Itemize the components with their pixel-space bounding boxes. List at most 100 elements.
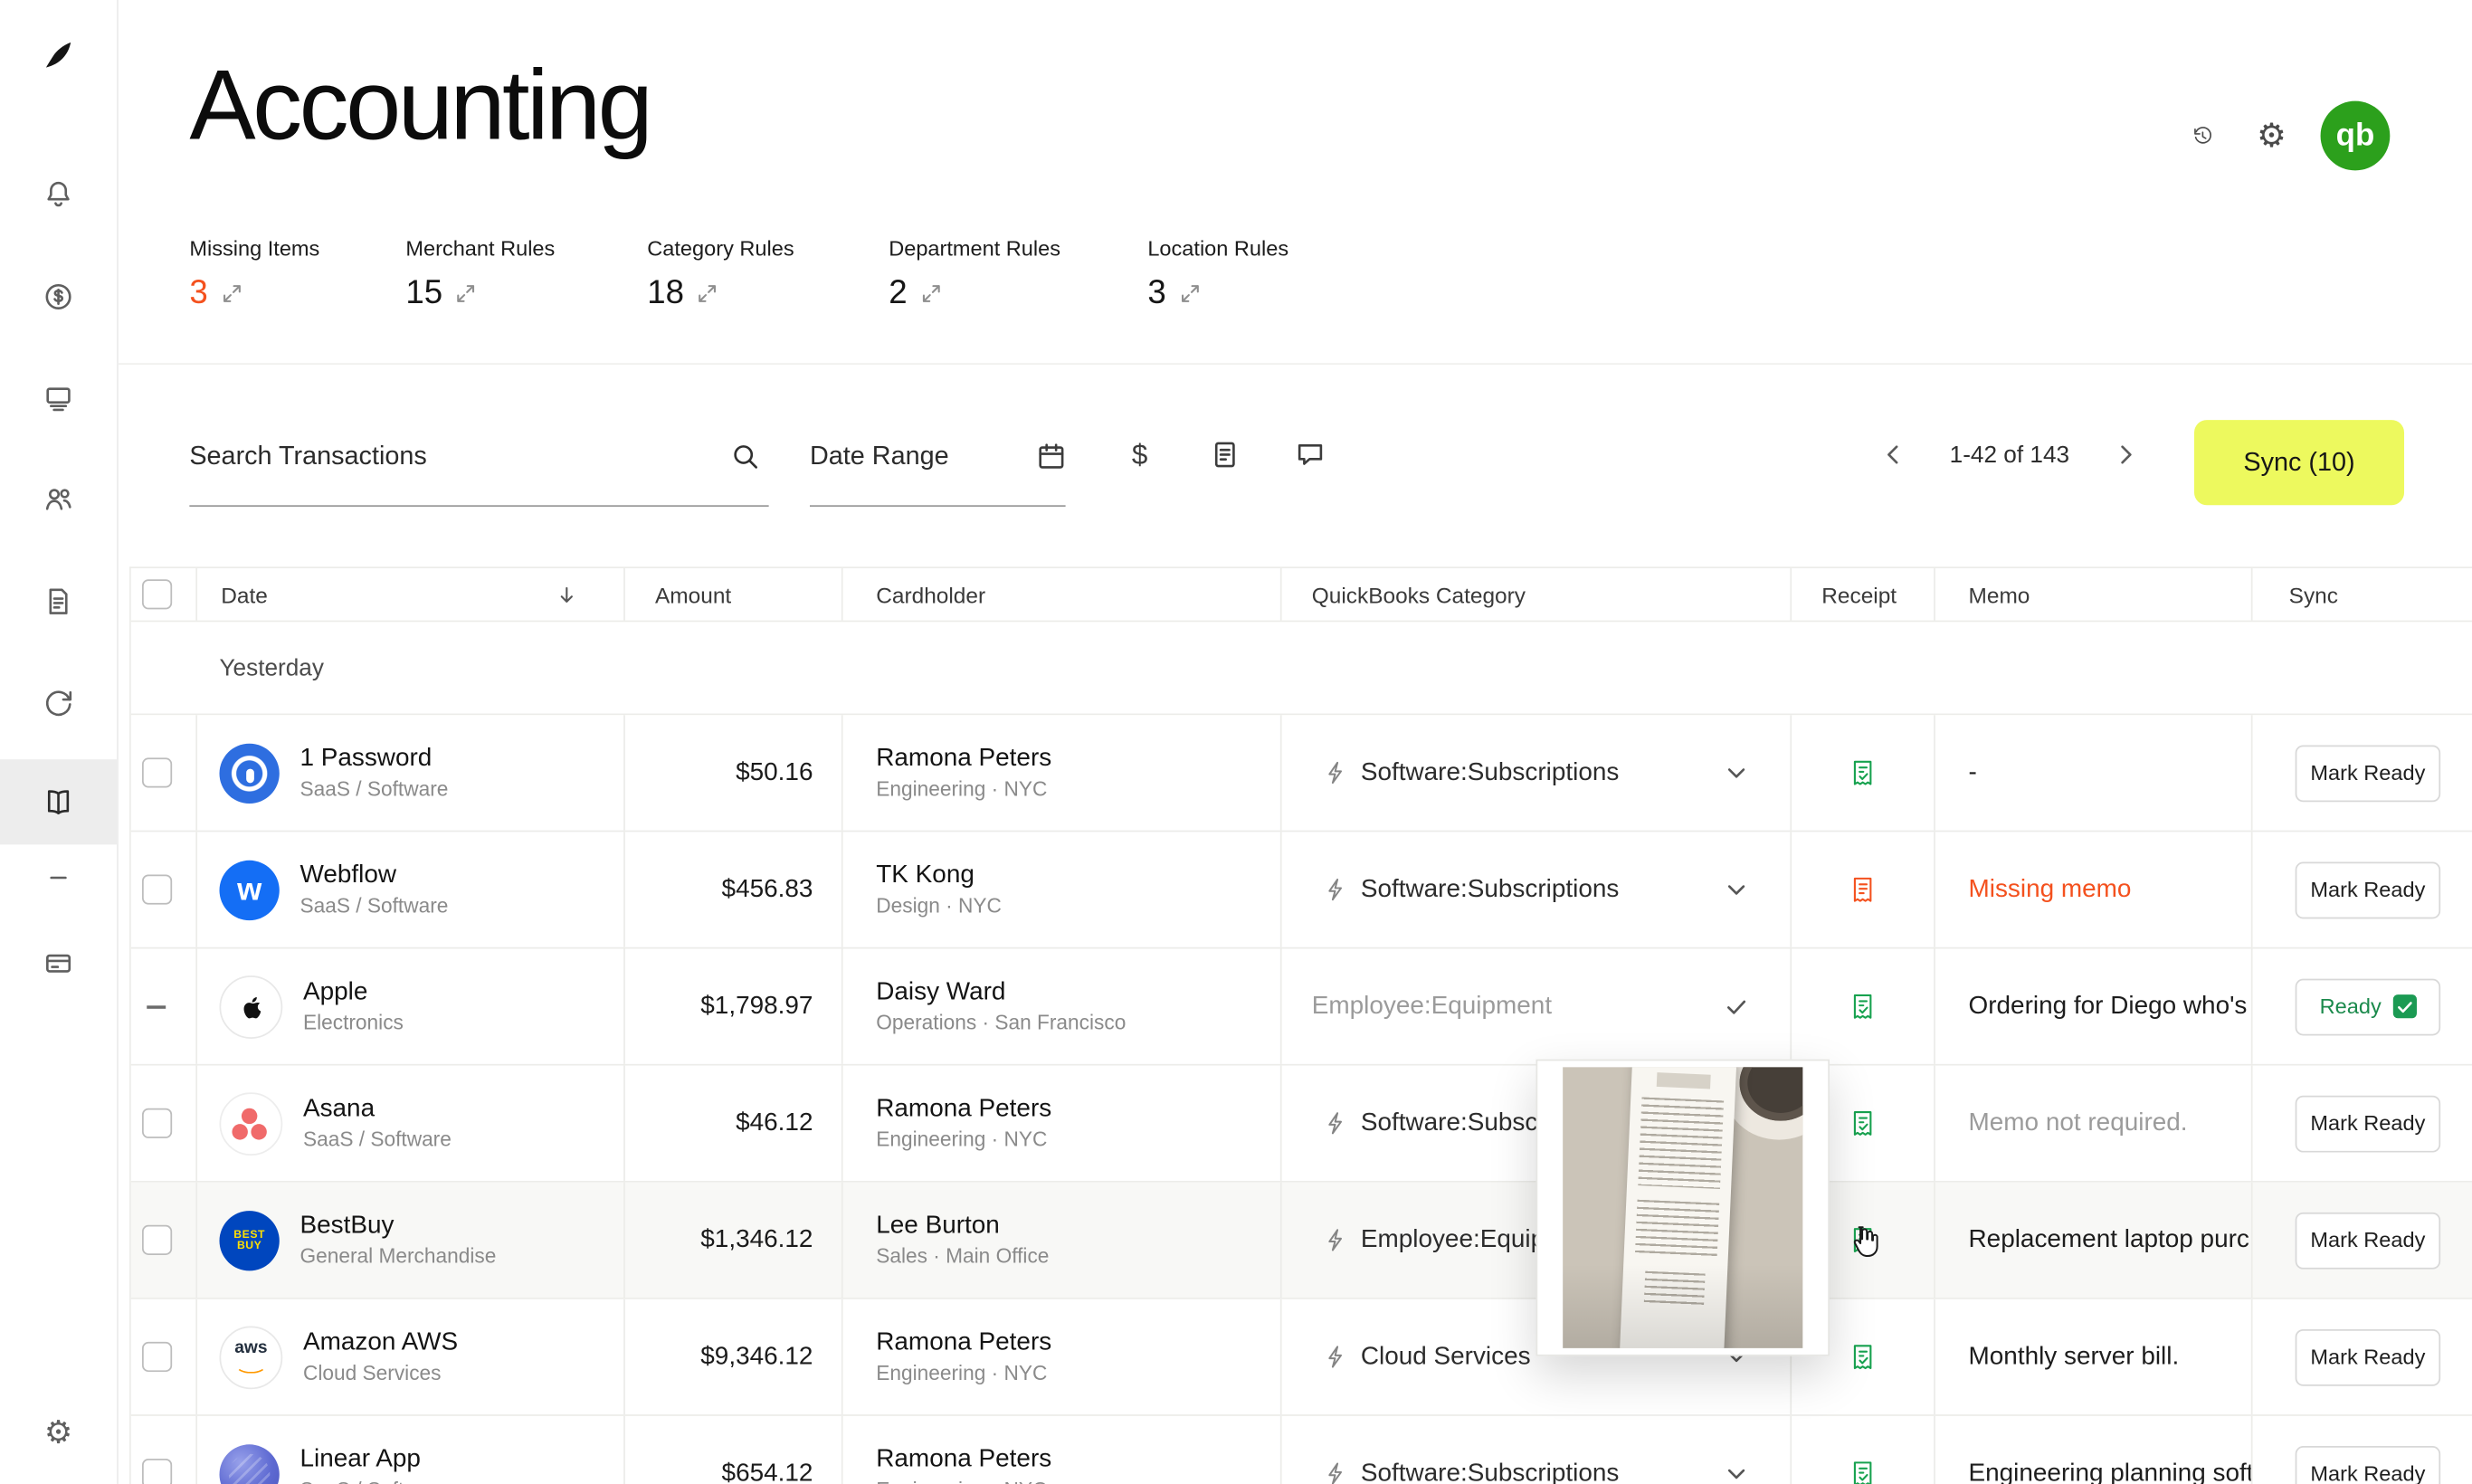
cardholder-dept: Engineering · NYC — [876, 1126, 1047, 1153]
category-select[interactable]: Software:Subscriptions — [1280, 1416, 1791, 1484]
dollar-circle-icon — [43, 281, 74, 313]
receipt-preview-popup — [1535, 1060, 1829, 1356]
merchant-type: General Merchandise — [299, 1242, 496, 1270]
receipt-icon[interactable] — [1847, 1458, 1878, 1484]
sidebar-item-cards[interactable] — [0, 363, 117, 433]
row-checkbox[interactable] — [142, 1108, 172, 1138]
amount-cell: $1,346.12 — [623, 1183, 841, 1298]
chevron-down-icon — [1727, 766, 1746, 779]
expand-icon[interactable] — [1180, 284, 1199, 303]
merchant-logo — [219, 743, 279, 803]
table-row: w Webflow SaaS / Software $456.83 TK Kon… — [131, 832, 2472, 948]
memo-filter-button[interactable] — [1285, 430, 1336, 480]
select-all-checkbox[interactable] — [142, 579, 172, 609]
toolbar: Date Range $ 1-42 of 143 Sync (10) — [117, 363, 2472, 566]
table-row: Asana SaaS / Software $46.12 Ramona Pete… — [131, 1066, 2472, 1183]
row-checkbox[interactable] — [142, 875, 172, 905]
cards-icon — [43, 382, 74, 414]
mark-ready-button[interactable]: Mark Ready — [2296, 1212, 2441, 1269]
merchant-logo — [219, 1091, 282, 1155]
receipt-missing-icon[interactable] — [1847, 874, 1878, 906]
column-header-date[interactable]: Date — [195, 568, 623, 621]
sidebar-item-spend[interactable] — [0, 262, 117, 332]
date-range-picker[interactable]: Date Range — [810, 407, 1066, 507]
category-select[interactable]: Software:Subscriptions — [1280, 832, 1791, 947]
ready-button[interactable]: Ready — [2296, 978, 2441, 1035]
apple-icon — [235, 991, 267, 1023]
search-input[interactable] — [189, 442, 730, 471]
amount-cell: $9,346.12 — [623, 1299, 841, 1414]
people-icon — [43, 483, 74, 515]
receipt-filter-button[interactable] — [1200, 430, 1250, 480]
dollar-icon: $ — [1132, 438, 1147, 471]
amount-cell: $50.16 — [623, 715, 841, 830]
receipt-icon[interactable] — [1847, 1108, 1878, 1139]
mark-ready-button[interactable]: Mark Ready — [2296, 1445, 2441, 1484]
app-logo-icon[interactable] — [0, 28, 117, 85]
sync-button[interactable]: Sync (10) — [2194, 420, 2404, 505]
row-checkbox[interactable] — [142, 757, 172, 787]
bolt-icon — [1325, 1345, 1348, 1368]
memo-cell[interactable]: - — [1934, 715, 2251, 830]
gear-icon: ⚙ — [44, 1418, 72, 1450]
header-actions: ⚙ qb — [2182, 101, 2390, 171]
stat-location-rules: Location Rules 3 — [1147, 237, 1288, 313]
amount-filter-button[interactable]: $ — [1115, 430, 1165, 480]
expand-icon[interactable] — [222, 284, 241, 303]
sidebar-item-accounting[interactable] — [0, 759, 117, 844]
green-checkbox-icon — [2392, 994, 2416, 1018]
sidebar-item-bills[interactable] — [0, 566, 117, 636]
memo-cell[interactable]: Replacement laptop purc — [1934, 1183, 2251, 1298]
stat-value: 2 — [889, 275, 907, 313]
next-page-button[interactable] — [2107, 436, 2145, 474]
cardholder-dept: Engineering · NYC — [876, 1359, 1047, 1386]
memo-cell[interactable]: Missing memo — [1934, 832, 2251, 947]
history-button[interactable] — [2182, 115, 2222, 156]
category-select[interactable]: Software:Subscriptions — [1280, 715, 1791, 830]
receipt-icon[interactable] — [1847, 757, 1878, 789]
mark-ready-button[interactable]: Mark Ready — [2296, 745, 2441, 802]
sidebar-item-reimbursements[interactable] — [0, 668, 117, 737]
search-icon — [731, 442, 759, 470]
sidebar-item-people[interactable] — [0, 464, 117, 534]
row-dash-indicator[interactable] — [147, 1004, 166, 1007]
sidebar-item-settings[interactable]: ⚙ — [0, 1399, 117, 1469]
stat-missing-items: Missing Items 3 — [189, 237, 319, 313]
mark-ready-button[interactable]: Mark Ready — [2296, 1095, 2441, 1152]
receipt-icon[interactable] — [1847, 991, 1878, 1023]
receipt-icon[interactable] — [1847, 1224, 1878, 1256]
filter-buttons: $ — [1115, 430, 1336, 480]
bolt-icon — [1325, 761, 1348, 785]
sidebar-item-notifications[interactable] — [0, 159, 117, 229]
cardholder-name: Lee Burton — [876, 1211, 1000, 1242]
prev-page-button[interactable] — [1874, 436, 1912, 474]
row-checkbox[interactable] — [142, 1225, 172, 1255]
merchant-type: SaaS / Software — [299, 1476, 448, 1484]
quickbooks-badge[interactable]: qb — [2321, 101, 2391, 171]
merchant-type: Cloud Services — [303, 1359, 458, 1386]
column-header-category: QuickBooks Category — [1280, 568, 1791, 621]
document-icon — [1211, 441, 1239, 469]
merchant-type: SaaS / Software — [299, 775, 448, 803]
sidebar-item-wallet[interactable] — [0, 928, 117, 998]
stat-value: 3 — [1147, 275, 1165, 313]
expand-icon[interactable] — [921, 284, 940, 303]
settings-button[interactable]: ⚙ — [2251, 115, 2292, 156]
sidebar-item-collapse[interactable] — [0, 850, 117, 907]
stat-department-rules: Department Rules 2 — [889, 237, 1060, 313]
expand-icon[interactable] — [699, 284, 718, 303]
receipt-icon[interactable] — [1847, 1341, 1878, 1373]
memo-cell[interactable]: Ordering for Diego who's — [1934, 949, 2251, 1064]
expand-icon[interactable] — [457, 284, 476, 303]
row-checkbox[interactable] — [142, 1459, 172, 1484]
gear-icon: ⚙ — [2257, 119, 2287, 153]
memo-cell[interactable]: Memo not required. — [1934, 1066, 2251, 1181]
mark-ready-button[interactable]: Mark Ready — [2296, 1328, 2441, 1385]
memo-cell[interactable]: Monthly server bill. — [1934, 1299, 2251, 1414]
row-checkbox[interactable] — [142, 1342, 172, 1372]
mark-ready-button[interactable]: Mark Ready — [2296, 861, 2441, 918]
column-header-cardholder: Cardholder — [841, 568, 1280, 621]
cardholder-name: TK Kong — [876, 861, 975, 892]
memo-cell[interactable]: Engineering planning soft — [1934, 1416, 2251, 1484]
book-icon — [43, 786, 74, 818]
